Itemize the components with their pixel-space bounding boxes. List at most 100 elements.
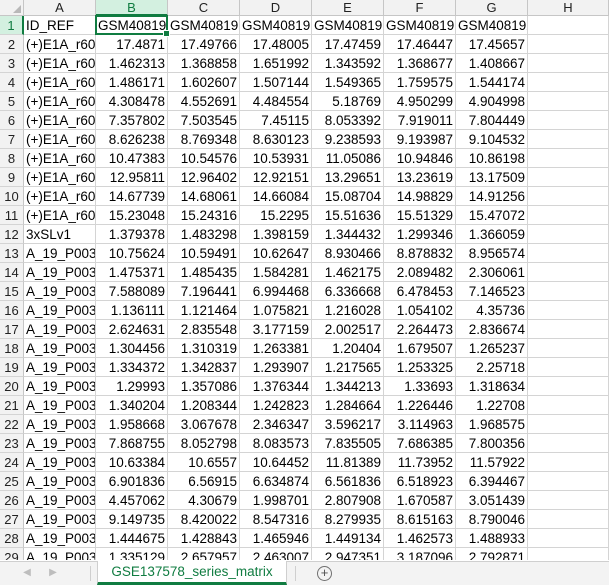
cell-a15[interactable]: A_19_P003: [24, 282, 96, 301]
cell-e8[interactable]: 11.05086: [312, 149, 384, 168]
cell-a2[interactable]: (+)E1A_r60: [24, 35, 96, 54]
cell-c16[interactable]: 1.121464: [168, 301, 240, 320]
cell-h28[interactable]: [528, 529, 609, 548]
row-header[interactable]: 28: [0, 529, 24, 548]
cell-b16[interactable]: 1.136111: [96, 301, 168, 320]
cell-d12[interactable]: 1.398159: [240, 225, 312, 244]
cell-c19[interactable]: 1.342837: [168, 358, 240, 377]
cell-g22[interactable]: 1.968575: [456, 415, 528, 434]
cell-b27[interactable]: 9.149735: [96, 510, 168, 529]
cell-c18[interactable]: 1.310319: [168, 339, 240, 358]
cell-f5[interactable]: 4.950299: [384, 92, 456, 111]
cell-b14[interactable]: 1.475371: [96, 263, 168, 282]
cell-f25[interactable]: 6.518923: [384, 472, 456, 491]
cell-h15[interactable]: [528, 282, 609, 301]
cell-h23[interactable]: [528, 434, 609, 453]
cell-f2[interactable]: 17.46447: [384, 35, 456, 54]
cell-b4[interactable]: 1.486171: [96, 73, 168, 92]
cell-e25[interactable]: 6.561836: [312, 472, 384, 491]
cell-b8[interactable]: 10.47383: [96, 149, 168, 168]
cell-d26[interactable]: 1.998701: [240, 491, 312, 510]
cell-f19[interactable]: 1.253325: [384, 358, 456, 377]
cell-c21[interactable]: 1.208344: [168, 396, 240, 415]
cell-h5[interactable]: [528, 92, 609, 111]
cell-d18[interactable]: 1.263381: [240, 339, 312, 358]
cell-f22[interactable]: 3.114963: [384, 415, 456, 434]
cell-h8[interactable]: [528, 149, 609, 168]
cell-a28[interactable]: A_19_P003: [24, 529, 96, 548]
cell-g3[interactable]: 1.408667: [456, 54, 528, 73]
cell-e16[interactable]: 1.216028: [312, 301, 384, 320]
cell-c4[interactable]: 1.602607: [168, 73, 240, 92]
row-header[interactable]: 12: [0, 225, 24, 244]
scroll-tabs-right-icon[interactable]: ▶: [46, 566, 60, 580]
cell-b24[interactable]: 10.63384: [96, 453, 168, 472]
cell-h3[interactable]: [528, 54, 609, 73]
row-header[interactable]: 1: [0, 16, 24, 35]
cell-e18[interactable]: 1.20404: [312, 339, 384, 358]
cell-h18[interactable]: [528, 339, 609, 358]
cell-d23[interactable]: 8.083573: [240, 434, 312, 453]
cell-f16[interactable]: 1.054102: [384, 301, 456, 320]
row-header[interactable]: 16: [0, 301, 24, 320]
column-header-d[interactable]: D: [240, 0, 312, 16]
cell-e17[interactable]: 2.002517: [312, 320, 384, 339]
column-header-f[interactable]: F: [384, 0, 456, 16]
cell-b26[interactable]: 4.457062: [96, 491, 168, 510]
cell-d7[interactable]: 8.630123: [240, 130, 312, 149]
row-header[interactable]: 29: [0, 548, 24, 560]
cell-b21[interactable]: 1.340204: [96, 396, 168, 415]
cell-a8[interactable]: (+)E1A_r60: [24, 149, 96, 168]
cell-c8[interactable]: 10.54576: [168, 149, 240, 168]
cell-g13[interactable]: 8.956574: [456, 244, 528, 263]
cell-e2[interactable]: 17.47459: [312, 35, 384, 54]
cell-f4[interactable]: 1.759575: [384, 73, 456, 92]
cell-c17[interactable]: 2.835548: [168, 320, 240, 339]
cell-e21[interactable]: 1.284664: [312, 396, 384, 415]
cell-d2[interactable]: 17.48005: [240, 35, 312, 54]
cell-f15[interactable]: 6.478453: [384, 282, 456, 301]
cell-h26[interactable]: [528, 491, 609, 510]
column-header-h[interactable]: H: [528, 0, 609, 16]
cell-f20[interactable]: 1.33693: [384, 377, 456, 396]
cell-c2[interactable]: 17.49766: [168, 35, 240, 54]
cell-c12[interactable]: 1.483298: [168, 225, 240, 244]
cell-h20[interactable]: [528, 377, 609, 396]
cell-d8[interactable]: 10.53931: [240, 149, 312, 168]
cell-h10[interactable]: [528, 187, 609, 206]
cell-b15[interactable]: 7.588089: [96, 282, 168, 301]
cell-c15[interactable]: 7.196441: [168, 282, 240, 301]
cell-f26[interactable]: 1.670587: [384, 491, 456, 510]
row-header[interactable]: 8: [0, 149, 24, 168]
cell-d3[interactable]: 1.651992: [240, 54, 312, 73]
column-header-g[interactable]: G: [456, 0, 528, 16]
cell-c11[interactable]: 15.24316: [168, 206, 240, 225]
cell-e27[interactable]: 8.279935: [312, 510, 384, 529]
row-header[interactable]: 15: [0, 282, 24, 301]
cell-d17[interactable]: 3.177159: [240, 320, 312, 339]
cell-d29[interactable]: 2.463007: [240, 548, 312, 560]
cell-f23[interactable]: 7.686385: [384, 434, 456, 453]
cell-b3[interactable]: 1.462313: [96, 54, 168, 73]
select-all-corner[interactable]: [0, 0, 24, 16]
cell-f24[interactable]: 11.73952: [384, 453, 456, 472]
cell-e29[interactable]: 2.947351: [312, 548, 384, 560]
cell-g24[interactable]: 11.57922: [456, 453, 528, 472]
cell-b6[interactable]: 7.357802: [96, 111, 168, 130]
cell-b18[interactable]: 1.304456: [96, 339, 168, 358]
cell-a17[interactable]: A_19_P003: [24, 320, 96, 339]
cell-g4[interactable]: 1.544174: [456, 73, 528, 92]
cell-g19[interactable]: 2.25718: [456, 358, 528, 377]
cell-a4[interactable]: (+)E1A_r60: [24, 73, 96, 92]
cell-b19[interactable]: 1.334372: [96, 358, 168, 377]
cell-h29[interactable]: [528, 548, 609, 560]
cell-e15[interactable]: 6.336668: [312, 282, 384, 301]
row-header[interactable]: 3: [0, 54, 24, 73]
cell-d25[interactable]: 6.634874: [240, 472, 312, 491]
cell-a18[interactable]: A_19_P003: [24, 339, 96, 358]
cell-a26[interactable]: A_19_P003: [24, 491, 96, 510]
cell-a5[interactable]: (+)E1A_r60: [24, 92, 96, 111]
cell-a13[interactable]: A_19_P003: [24, 244, 96, 263]
row-header[interactable]: 13: [0, 244, 24, 263]
cell-a16[interactable]: A_19_P003: [24, 301, 96, 320]
